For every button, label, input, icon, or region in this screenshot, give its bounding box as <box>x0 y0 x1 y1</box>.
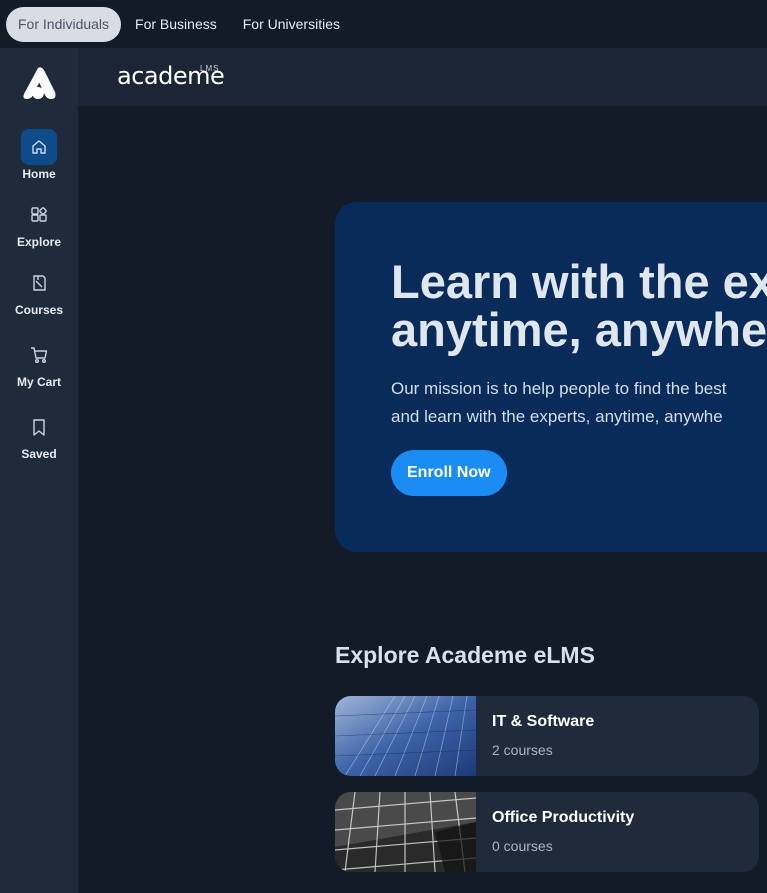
tab-for-business[interactable]: For Business <box>123 7 229 42</box>
explore-icon <box>21 197 57 233</box>
hero-description: Our mission is to help people to find th… <box>391 375 726 431</box>
sidebar-item-my-cart[interactable]: My Cart <box>0 337 78 389</box>
home-icon <box>21 129 57 165</box>
sidebar-item-label: Saved <box>21 447 57 461</box>
hero-title-line: anytime, anywhe <box>391 303 767 356</box>
hero-description-line: Our mission is to help people to find th… <box>391 379 727 398</box>
hero-description-line: and learn with the experts, anytime, any… <box>391 407 723 426</box>
sidebar-item-home[interactable]: Home <box>0 129 78 181</box>
sidebar-item-courses[interactable]: Courses <box>0 265 78 317</box>
category-card-it-software[interactable]: IT & Software 2 courses <box>335 696 759 776</box>
category-thumbnail <box>335 792 476 872</box>
hero-title: Learn with the ex anytime, anywhe <box>391 258 767 354</box>
header: academe LMS <box>78 48 767 106</box>
enroll-now-button[interactable]: Enroll Now <box>391 450 507 496</box>
cart-icon <box>21 337 57 373</box>
category-thumbnail <box>335 696 476 776</box>
sidebar-item-label: Explore <box>16 235 61 249</box>
courses-icon <box>21 265 57 301</box>
sidebar-item-label: Home <box>22 167 56 181</box>
audience-tabs: For Individuals For Business For Univers… <box>0 0 767 48</box>
category-course-count: 2 courses <box>492 742 553 758</box>
category-card-office-productivity[interactable]: Office Productivity 0 courses <box>335 792 759 872</box>
hero-title-line: Learn with the ex <box>391 255 767 308</box>
category-name: IT & Software <box>492 713 595 730</box>
category-name: Office Productivity <box>492 809 635 826</box>
category-course-count: 0 courses <box>492 838 553 854</box>
sidebar-item-label: Courses <box>14 303 64 317</box>
app-logo-icon[interactable] <box>18 66 58 102</box>
section-title: Explore Academe eLMS <box>335 642 595 668</box>
brand-sup: LMS <box>200 64 220 73</box>
sidebar-item-explore[interactable]: Explore <box>0 197 78 249</box>
sidebar-item-label: My Cart <box>16 375 61 389</box>
sidebar: Home Explore Courses My Cart Saved <box>0 48 78 893</box>
hero-banner: Learn with the ex anytime, anywhe Our mi… <box>335 202 767 552</box>
bookmark-icon <box>21 409 57 445</box>
sidebar-item-saved[interactable]: Saved <box>0 409 78 461</box>
tab-for-individuals[interactable]: For Individuals <box>6 6 122 42</box>
tab-for-universities[interactable]: For Universities <box>231 7 352 42</box>
